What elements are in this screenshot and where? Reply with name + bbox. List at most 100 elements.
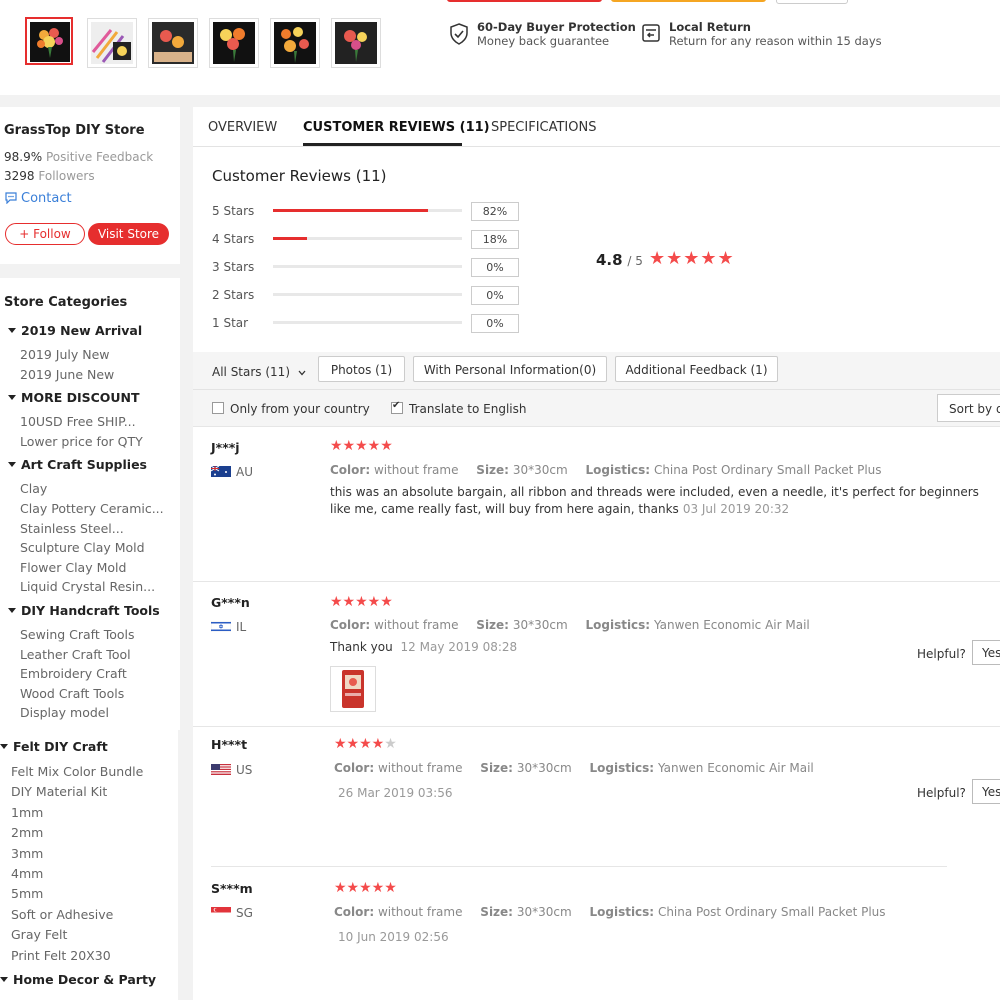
rating-bar[interactable] <box>273 265 462 268</box>
thumbnail-4[interactable] <box>209 18 259 68</box>
category-item[interactable]: 2mm <box>11 825 43 840</box>
rating-bar[interactable] <box>273 237 462 240</box>
followers-value: 3298 <box>4 169 35 183</box>
product-gallery-bar: 60-Day Buyer Protection Money back guara… <box>0 0 1000 95</box>
tab-customer-reviews[interactable]: CUSTOMER REVIEWS (11) <box>303 120 490 135</box>
thumbnail-6[interactable] <box>331 18 381 68</box>
wishlist-button[interactable] <box>776 0 848 4</box>
category-item[interactable]: 4mm <box>11 866 43 881</box>
review-stars: ★★★★★ <box>334 736 397 752</box>
category-group[interactable]: Felt DIY Craft <box>0 739 108 754</box>
category-item[interactable]: 1mm <box>11 805 43 820</box>
followers: 3298 Followers <box>4 169 95 183</box>
personal-info-filter-button[interactable]: With Personal Information(0) <box>413 356 607 382</box>
category-item[interactable]: 10USD Free SHIP... <box>20 414 136 429</box>
followers-label: Followers <box>38 169 95 183</box>
size-key: Size: <box>476 618 509 632</box>
star-level-label[interactable]: 4 Stars <box>212 232 254 246</box>
category-group[interactable]: Home Decor & Party <box>0 972 156 987</box>
shield-check-icon <box>449 23 469 48</box>
color-key: Color: <box>330 463 371 477</box>
buy-now-button[interactable] <box>447 0 602 2</box>
rating-bar[interactable] <box>273 209 462 212</box>
category-item[interactable]: Wood Craft Tools <box>20 686 124 701</box>
category-item[interactable]: Flower Clay Mold <box>20 560 126 575</box>
all-stars-label: All Stars (11) <box>212 365 290 379</box>
category-group-label: DIY Handcraft Tools <box>21 603 160 618</box>
visit-store-button[interactable]: Visit Store <box>88 223 169 245</box>
rating-bar[interactable] <box>273 293 462 296</box>
logistics-value: China Post Ordinary Small Packet Plus <box>653 463 882 477</box>
reviewer-country: SG <box>211 906 253 920</box>
tab-specifications[interactable]: SPECIFICATIONS <box>491 120 596 135</box>
bouquet-thumbnail-icon <box>335 22 377 64</box>
country-code: AU <box>236 465 253 479</box>
category-item[interactable]: Embroidery Craft <box>20 666 127 681</box>
store-name[interactable]: GrassTop DIY Store <box>4 123 145 138</box>
category-item[interactable]: Print Felt 20X30 <box>11 948 111 963</box>
all-stars-dropdown[interactable]: All Stars (11) <box>212 365 306 379</box>
thumbnail-5[interactable] <box>270 18 320 68</box>
chevron-down-icon <box>298 365 306 379</box>
add-to-cart-button[interactable] <box>611 0 766 2</box>
buyer-protection: 60-Day Buyer Protection Money back guara… <box>450 20 636 48</box>
category-item[interactable]: Liquid Crystal Resin... <box>20 579 155 594</box>
category-group[interactable]: DIY Handcraft Tools <box>8 603 160 618</box>
category-item[interactable]: Stainless Steel... <box>20 521 124 536</box>
review-photo[interactable] <box>330 666 376 712</box>
review-date: 12 May 2019 08:28 <box>400 640 518 654</box>
sort-dropdown[interactable]: Sort by d <box>937 394 1000 422</box>
color-key: Color: <box>330 618 371 632</box>
category-item[interactable]: 2019 July New <box>20 347 110 362</box>
tab-overview[interactable]: OVERVIEW <box>208 120 277 135</box>
rating-bar[interactable] <box>273 321 462 324</box>
contact-link[interactable]: Contact <box>4 191 72 208</box>
category-item[interactable]: Felt Mix Color Bundle <box>11 764 143 779</box>
reviewer-name: S***m <box>211 881 253 896</box>
category-item[interactable]: Leather Craft Tool <box>20 647 131 662</box>
category-item[interactable]: 5mm <box>11 886 43 901</box>
feedback-label: Positive Feedback <box>45 150 154 164</box>
category-item[interactable]: 2019 June New <box>20 367 114 382</box>
category-item[interactable]: DIY Material Kit <box>11 784 107 799</box>
category-item[interactable]: Clay <box>20 481 47 496</box>
follow-button[interactable]: + Follow <box>5 223 85 245</box>
star-level-label[interactable]: 1 Star <box>212 316 248 330</box>
category-group[interactable]: Art Craft Supplies <box>8 457 147 472</box>
category-group[interactable]: 2019 New Arrival <box>8 323 142 338</box>
color-value: without frame <box>377 761 463 775</box>
average-rating: 4.8 / 5 <box>596 251 643 269</box>
additional-feedback-filter-button[interactable]: Additional Feedback (1) <box>615 356 778 382</box>
star-level-label[interactable]: 2 Stars <box>212 288 254 302</box>
category-item[interactable]: Gray Felt <box>11 927 67 942</box>
category-item[interactable]: Sculpture Clay Mold <box>20 540 145 555</box>
translate-label: Translate to English <box>409 402 527 416</box>
review-photo-image <box>342 670 364 708</box>
country-code: US <box>236 763 253 777</box>
category-item[interactable]: Display model <box>20 705 109 720</box>
review-meta: Color: without frame Size: 30*30cm Logis… <box>334 905 900 919</box>
rating-bar-fill <box>273 209 428 212</box>
star-level-label[interactable]: 3 Stars <box>212 260 254 274</box>
category-item[interactable]: Sewing Craft Tools <box>20 627 135 642</box>
reviewer-name: G***n <box>211 595 250 610</box>
rating-percent: 0% <box>471 286 519 305</box>
review-item: G***n IL ★★★★★ Color: without frame Size… <box>193 581 1000 804</box>
category-item[interactable]: Soft or Adhesive <box>11 907 113 922</box>
translate-checkbox[interactable]: Translate to English <box>391 400 527 416</box>
color-value: without frame <box>377 905 463 919</box>
thumbnail-3[interactable] <box>148 18 198 68</box>
category-item[interactable]: Lower price for QTY <box>20 434 143 449</box>
review-body: Thank you <box>330 640 393 654</box>
only-country-checkbox[interactable]: Only from your country <box>212 402 370 416</box>
thumbnail-2[interactable] <box>87 18 137 68</box>
caret-down-icon <box>8 608 16 613</box>
category-item[interactable]: 3mm <box>11 846 43 861</box>
review-date: 26 Mar 2019 03:56 <box>338 786 453 800</box>
kit-materials-thumbnail-icon <box>91 22 133 64</box>
thumbnail-1[interactable] <box>25 17 73 65</box>
star-level-label[interactable]: 5 Stars <box>212 204 254 218</box>
category-group[interactable]: MORE DISCOUNT <box>8 390 140 405</box>
category-item[interactable]: Clay Pottery Ceramic... <box>20 501 164 516</box>
photos-filter-button[interactable]: Photos (1) <box>318 356 405 382</box>
